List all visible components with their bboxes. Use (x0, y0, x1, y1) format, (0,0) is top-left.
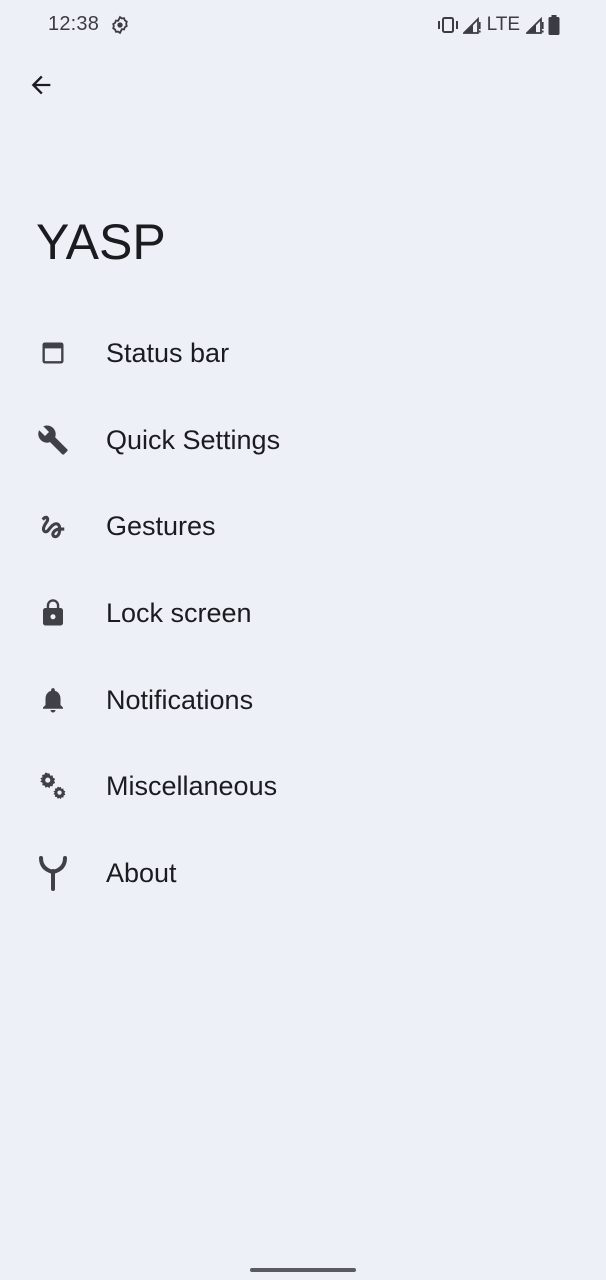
wrench-icon (36, 423, 70, 457)
arrow-back-icon (27, 71, 55, 104)
menu-item-notifications[interactable]: Notifications (0, 657, 606, 744)
menu-item-label: About (106, 857, 177, 888)
battery-icon (548, 15, 560, 35)
menu-item-label: Miscellaneous (106, 771, 278, 802)
settings-gear-icon (110, 15, 130, 35)
y-logo-icon (36, 856, 70, 892)
menu-item-gestures[interactable]: Gestures (0, 483, 606, 570)
menu-item-status-bar[interactable]: Status bar (0, 310, 606, 397)
gesture-icon (36, 510, 70, 544)
menu-item-miscellaneous[interactable]: Miscellaneous (0, 743, 606, 830)
bell-icon (36, 683, 70, 717)
menu-item-label: Lock screen (106, 597, 252, 628)
settings-menu: Status bar Quick Settings Gestures Lock … (0, 310, 606, 917)
back-button[interactable] (20, 66, 62, 108)
network-type-label: LTE (486, 14, 520, 35)
signal-icon (462, 16, 481, 34)
menu-item-lock-screen[interactable]: Lock screen (0, 570, 606, 657)
lock-icon (36, 596, 70, 630)
status-time: 12:38 (48, 13, 100, 35)
menu-item-label: Status bar (106, 337, 230, 368)
gesture-navigation-handle[interactable] (250, 1268, 356, 1272)
page-title: YASP (36, 214, 166, 270)
gears-icon (36, 770, 70, 804)
status-bar: 12:38 LTE (0, 0, 606, 52)
status-icons: LTE (437, 14, 560, 36)
vibrate-icon (437, 16, 459, 34)
menu-item-about[interactable]: About (0, 830, 606, 917)
menu-item-label: Gestures (106, 511, 216, 542)
menu-item-quick-settings[interactable]: Quick Settings (0, 397, 606, 484)
signal-icon (526, 16, 544, 34)
window-icon (36, 336, 70, 370)
menu-item-label: Quick Settings (106, 424, 281, 455)
menu-item-label: Notifications (106, 684, 254, 715)
